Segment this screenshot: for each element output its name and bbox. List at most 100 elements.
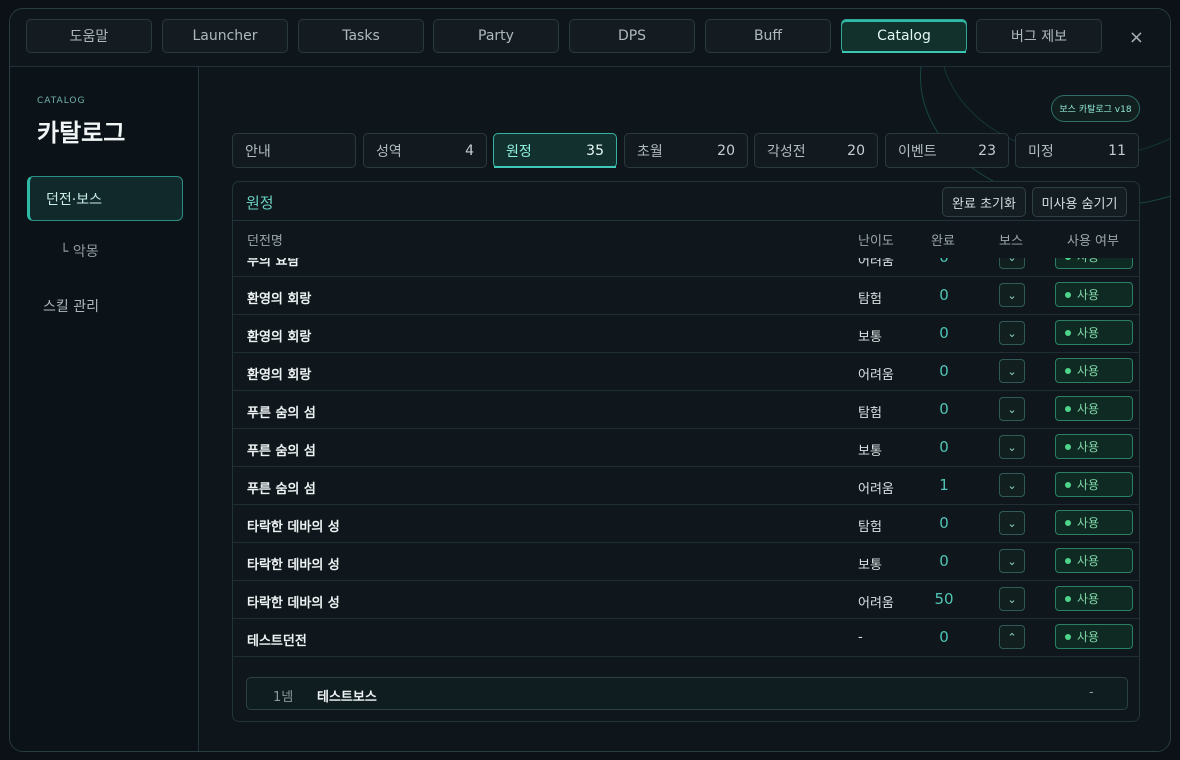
- usage-toggle[interactable]: 사용: [1055, 258, 1133, 269]
- subtab-transcend[interactable]: 초월 20: [624, 133, 748, 168]
- status-dot-icon: [1065, 519, 1071, 526]
- subtab-undecided[interactable]: 미정 11: [1015, 133, 1139, 168]
- usage-label: 사용: [1077, 326, 1100, 340]
- usage-toggle[interactable]: 사용: [1055, 434, 1133, 459]
- dungeon-name: 타락한 데바의 성: [247, 596, 340, 611]
- close-icon[interactable]: ×: [1129, 27, 1144, 48]
- subtab-count: 35: [586, 142, 604, 159]
- subtab-expedition[interactable]: 원정 35: [493, 133, 617, 168]
- expand-chevron-down-icon[interactable]: ⌄: [999, 397, 1025, 421]
- difficulty: 보통: [858, 558, 882, 573]
- subtab-label: 각성전: [767, 143, 806, 160]
- difficulty: 보통: [858, 330, 882, 345]
- expand-chevron-down-icon[interactable]: ⌄: [999, 283, 1025, 307]
- tab-buff[interactable]: Buff: [705, 19, 831, 53]
- tab-party[interactable]: Party: [433, 19, 559, 53]
- usage-toggle[interactable]: 사용: [1055, 320, 1133, 345]
- dungeon-name: 환영의 회랑: [247, 330, 312, 345]
- completion-count: 0: [905, 258, 983, 266]
- dungeon-name: 타락한 데바의 성: [247, 520, 340, 535]
- usage-toggle[interactable]: 사용: [1055, 358, 1133, 383]
- dungeon-name: 푸른 숨의 섬: [247, 482, 316, 497]
- table-row: 타락한 데바의 성 어려움 50 ⌄ 사용: [233, 581, 1139, 619]
- subtab-guide[interactable]: 안내: [232, 133, 356, 168]
- sidebar-item-skill-manage[interactable]: 스킬 관리: [27, 283, 183, 328]
- usage-toggle[interactable]: 사용: [1055, 282, 1133, 307]
- tab-tasks[interactable]: Tasks: [298, 19, 424, 53]
- sidebar: CATALOG 카탈로그 던전·보스 └ 악몽 스킬 관리: [10, 67, 199, 751]
- subtab-label: 이벤트: [898, 143, 937, 160]
- usage-label: 사용: [1077, 402, 1100, 416]
- usage-toggle[interactable]: 사용: [1055, 586, 1133, 611]
- usage-toggle[interactable]: 사용: [1055, 472, 1133, 497]
- subtab-event[interactable]: 이벤트 23: [885, 133, 1009, 168]
- table-row: 환영의 회랑 어려움 0 ⌄ 사용: [233, 353, 1139, 391]
- expand-chevron-down-icon[interactable]: ⌄: [999, 258, 1025, 269]
- reset-completion-button[interactable]: 완료 초기화: [942, 187, 1026, 217]
- boss-name: 테스트보스: [317, 690, 377, 705]
- difficulty: 탐험: [858, 406, 882, 421]
- subtab-awakening[interactable]: 각성전 20: [754, 133, 878, 168]
- usage-toggle[interactable]: 사용: [1055, 624, 1133, 649]
- subtab-count: 20: [717, 142, 735, 159]
- usage-label: 사용: [1077, 440, 1100, 454]
- dungeon-name: 타락한 데바의 성: [247, 558, 340, 573]
- dungeon-name: 푸른 숨의 섬: [247, 444, 316, 459]
- tab-bug-report[interactable]: 버그 제보: [976, 19, 1102, 53]
- table-row: 타락한 데바의 성 탐험 0 ⌄ 사용: [233, 505, 1139, 543]
- expand-chevron-down-icon[interactable]: ⌄: [999, 587, 1025, 611]
- tab-dps[interactable]: DPS: [569, 19, 695, 53]
- tab-catalog[interactable]: Catalog: [841, 19, 967, 53]
- table-row: 푸른 숨의 섬 어려움 1 ⌄ 사용: [233, 467, 1139, 505]
- status-dot-icon: [1065, 595, 1071, 602]
- completion-count: 0: [939, 514, 949, 532]
- completion-count: 50: [934, 590, 954, 608]
- difficulty: 어려움: [858, 258, 894, 269]
- status-dot-icon: [1065, 291, 1071, 298]
- subtab-label: 성역: [376, 143, 402, 160]
- expand-chevron-down-icon[interactable]: ⌄: [999, 473, 1025, 497]
- difficulty: -: [858, 630, 863, 645]
- table-row: 환영의 회랑 보통 0 ⌄ 사용: [233, 315, 1139, 353]
- table-row: 환영의 회랑 탐험 0 ⌄ 사용: [233, 277, 1139, 315]
- expand-chevron-down-icon[interactable]: ⌄: [999, 321, 1025, 345]
- usage-toggle[interactable]: 사용: [1055, 396, 1133, 421]
- status-dot-icon: [1065, 633, 1071, 640]
- main-content: 보스 카탈로그 v18 안내 성역 4 원정 35 초월 20 각성전 20 이…: [200, 67, 1170, 751]
- subtab-label: 원정: [506, 143, 532, 160]
- usage-label: 사용: [1077, 364, 1100, 378]
- tab-help[interactable]: 도움말: [26, 19, 152, 53]
- completion-count: 0: [939, 438, 949, 456]
- subtab-count: 20: [847, 142, 865, 159]
- boss-row: 1넴 테스트보스 -: [246, 677, 1128, 710]
- status-dot-icon: [1065, 329, 1071, 336]
- dungeon-name: 테스트던전: [247, 634, 307, 649]
- expand-chevron-down-icon[interactable]: ⌄: [999, 511, 1025, 535]
- expand-chevron-down-icon[interactable]: ⌄: [999, 435, 1025, 459]
- usage-toggle[interactable]: 사용: [1055, 548, 1133, 573]
- table-row: 푸른 숨의 섬 탐험 0 ⌄ 사용: [233, 391, 1139, 429]
- usage-toggle[interactable]: 사용: [1055, 510, 1133, 535]
- subtab-label: 안내: [245, 143, 271, 160]
- status-dot-icon: [1065, 443, 1071, 450]
- expand-chevron-down-icon[interactable]: ⌄: [999, 359, 1025, 383]
- table-row: 테스트던전 - 0 ⌃ 사용: [233, 619, 1139, 657]
- subtab-sanctuary[interactable]: 성역 4: [363, 133, 487, 168]
- usage-label: 사용: [1077, 554, 1100, 568]
- subtab-count: 11: [1108, 142, 1126, 159]
- hide-unused-button[interactable]: 미사용 숨기기: [1032, 187, 1127, 217]
- sidebar-item-nightmare[interactable]: └ 악몽: [60, 241, 99, 261]
- dungeon-table-body: 무의 요람 어려움 0 ⌄ 사용 환영의 회랑 탐험 0 ⌄ 사용 환영의 회랑…: [233, 258, 1139, 666]
- dungeon-name: 무의 요람: [247, 258, 300, 269]
- tab-launcher[interactable]: Launcher: [162, 19, 288, 53]
- completion-count: 0: [939, 628, 949, 646]
- collapse-chevron-up-icon[interactable]: ⌃: [999, 625, 1025, 649]
- usage-label: 사용: [1077, 516, 1100, 530]
- completion-count: 0: [939, 400, 949, 418]
- subtab-count: 23: [978, 142, 996, 159]
- completion-count: 0: [939, 552, 949, 570]
- usage-label: 사용: [1077, 288, 1100, 302]
- status-dot-icon: [1065, 367, 1071, 374]
- sidebar-item-dungeon-boss[interactable]: 던전·보스: [27, 176, 183, 221]
- expand-chevron-down-icon[interactable]: ⌄: [999, 549, 1025, 573]
